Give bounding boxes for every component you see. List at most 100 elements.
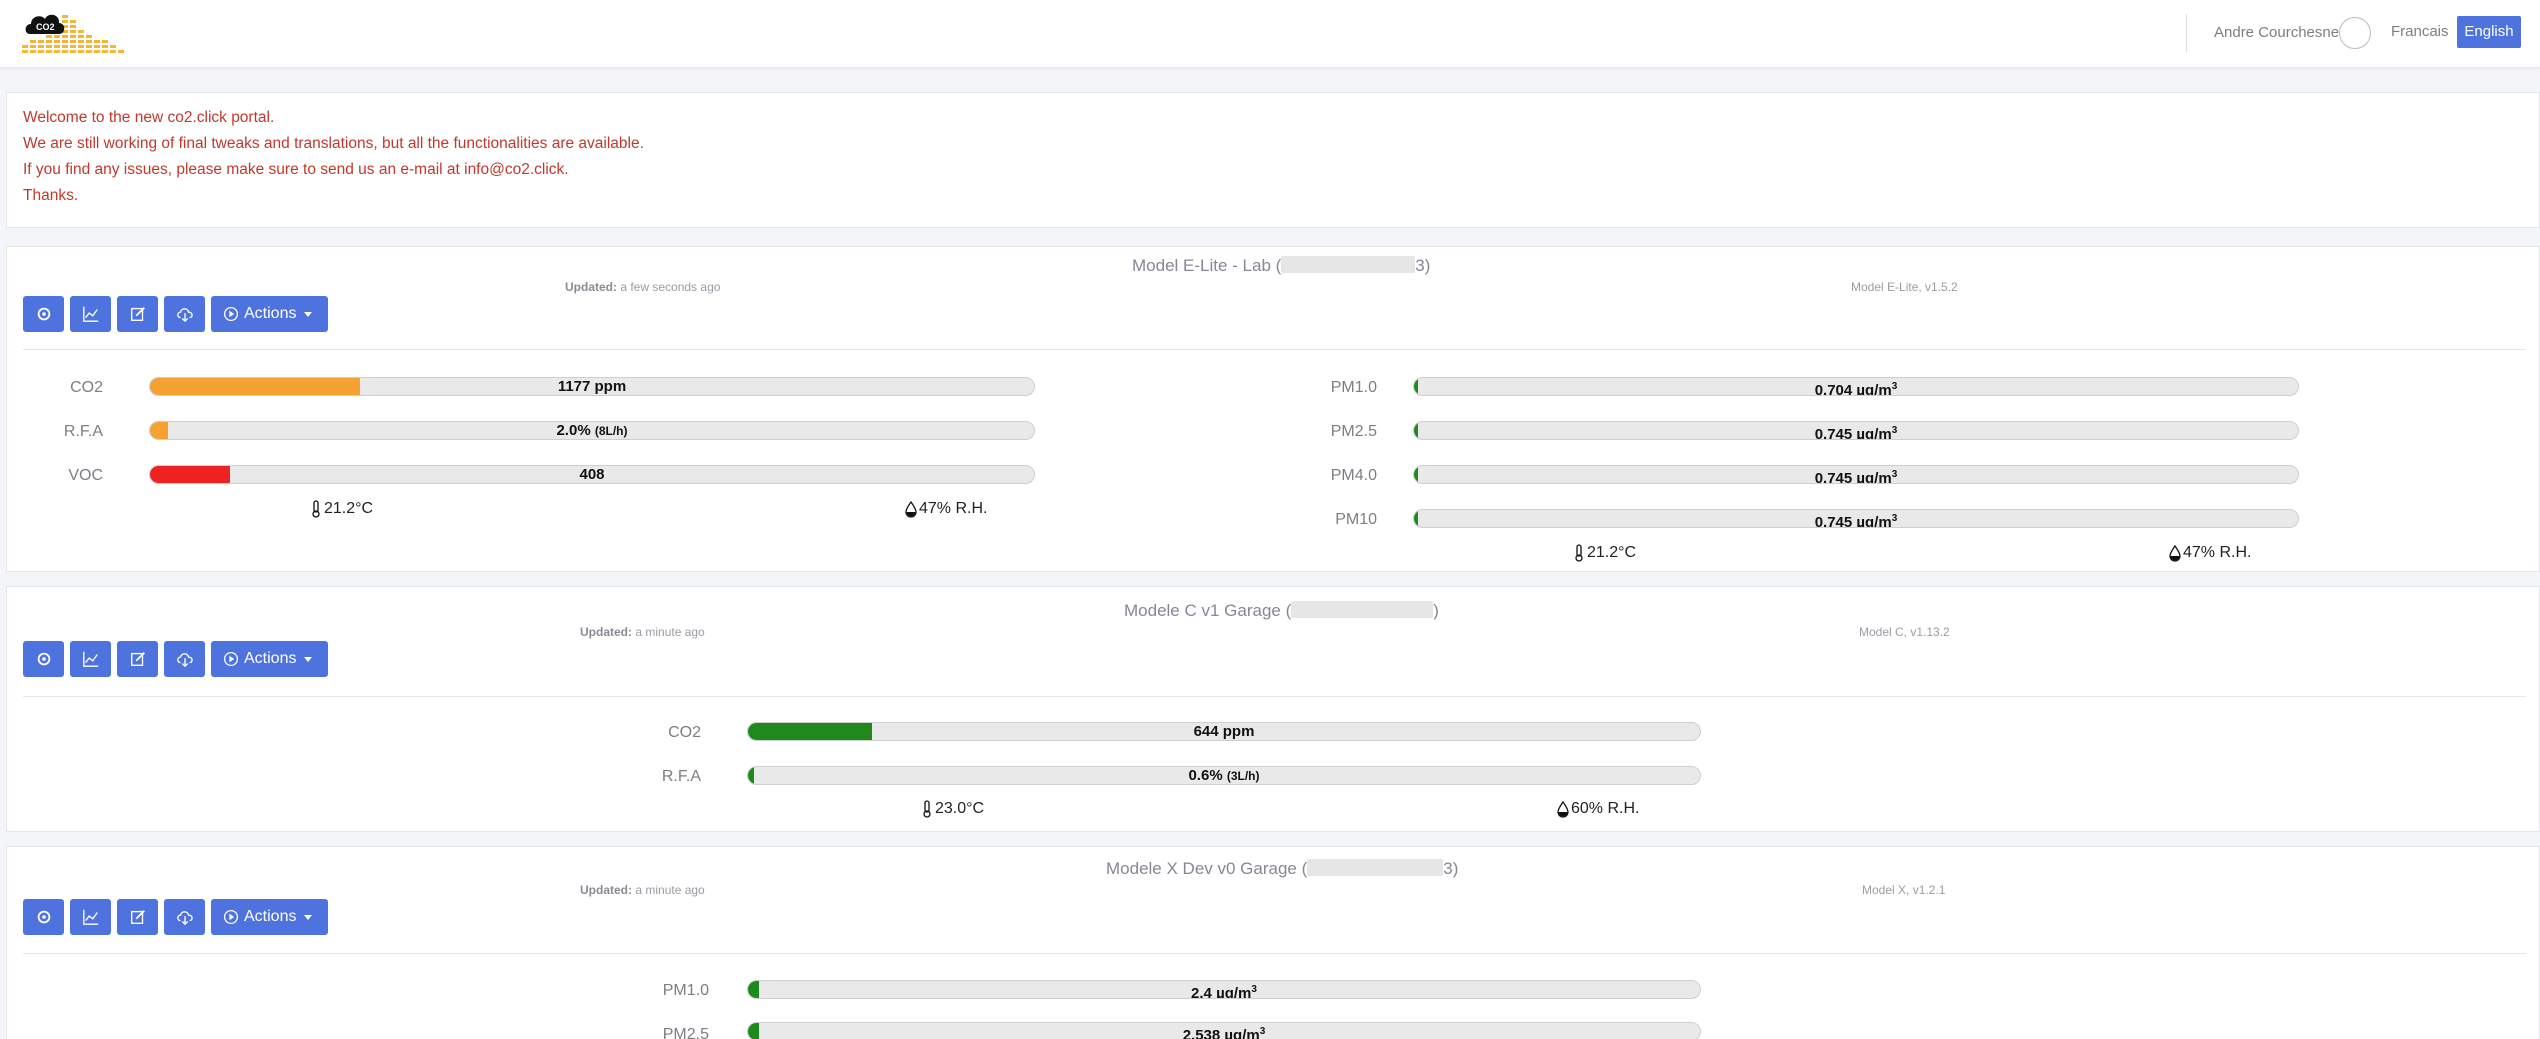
gear-icon — [37, 307, 50, 321]
co2-value: 644 ppm — [1193, 723, 1255, 740]
cloud-download-icon — [176, 653, 193, 668]
settings-button[interactable] — [23, 899, 64, 935]
actions-dropdown[interactable]: Actions — [211, 899, 328, 935]
actions-label: Actions — [244, 650, 297, 667]
pm1-label: PM1.0 — [662, 982, 709, 999]
updated-timestamp: Updated: a minute ago — [580, 625, 705, 639]
pm10-value: 0.745 µg/m3 — [1814, 513, 1898, 528]
caret-down-icon — [304, 914, 313, 920]
pm4-label: PM4.0 — [1330, 467, 1377, 484]
device-title[interactable]: Model E-Lite - Lab (3) — [1132, 256, 1430, 276]
welcome-message: Welcome to the new co2.click portal. We … — [6, 92, 2540, 228]
navbar-divider — [2186, 14, 2187, 52]
edit-button[interactable] — [117, 296, 158, 332]
caret-down-icon — [304, 311, 313, 317]
welcome-line: Welcome to the new co2.click portal. — [23, 109, 275, 126]
chart-button[interactable] — [70, 641, 111, 677]
rfa-gauge: 0.6% (3L/h) — [747, 766, 1701, 785]
co2-gauge: 644 ppm — [747, 722, 1701, 741]
thermometer-icon — [312, 500, 320, 518]
play-circle-icon — [223, 909, 239, 925]
gear-icon — [37, 652, 50, 666]
co2-label: CO2 — [70, 379, 103, 396]
thermometer-icon — [1575, 544, 1583, 562]
model-version: Model E-Lite, v1.5.2 — [1851, 280, 1958, 294]
co2-click-logo-icon[interactable]: CO2 — [22, 8, 126, 58]
play-circle-icon — [223, 306, 239, 322]
voc-value: 408 — [579, 466, 605, 483]
device-title[interactable]: Modele C v1 Garage () — [1124, 601, 1439, 621]
cloud-download-icon — [176, 308, 193, 323]
line-chart-icon — [82, 651, 98, 667]
humidity-reading: 47% R.H. — [905, 500, 987, 518]
chart-button[interactable] — [70, 899, 111, 935]
droplet-icon — [1557, 800, 1569, 818]
chart-button[interactable] — [70, 296, 111, 332]
pm1-gauge: 0.704 µg/m3 — [1413, 377, 2299, 396]
droplet-icon — [2169, 544, 2181, 562]
temperature-reading: 23.0°C — [921, 800, 984, 818]
pm1-value: 0.704 µg/m3 — [1814, 381, 1898, 396]
model-version: Model C, v1.13.2 — [1859, 625, 1950, 639]
rfa-value: 0.6% (3L/h) — [1188, 767, 1260, 784]
pm4-gauge: 0.745 µg/m3 — [1413, 465, 2299, 484]
card-divider — [23, 953, 2526, 954]
pm25-gauge: 0.745 µg/m3 — [1413, 421, 2299, 440]
edit-button[interactable] — [117, 641, 158, 677]
rfa-label: R.F.A — [63, 423, 103, 440]
voc-gauge: 408 — [149, 465, 1035, 484]
welcome-line: We are still working of final tweaks and… — [23, 135, 644, 152]
welcome-line: If you find any issues, please make sure… — [23, 161, 569, 178]
pm25-value: 0.745 µg/m3 — [1814, 425, 1898, 440]
model-version: Model X, v1.2.1 — [1862, 883, 1946, 897]
actions-label: Actions — [244, 908, 297, 925]
rfa-value: 2.0% (8L/h) — [556, 422, 628, 439]
user-name[interactable]: Andre Courchesne — [2214, 24, 2339, 41]
pm25-label: PM2.5 — [662, 1026, 709, 1039]
card-divider — [23, 349, 2526, 350]
pm25-gauge: 2.538 µg/m3 — [747, 1022, 1701, 1039]
line-chart-icon — [82, 909, 98, 925]
pm1-value: 2.4 µg/m3 — [1191, 984, 1257, 999]
updated-timestamp: Updated: a few seconds ago — [565, 280, 721, 294]
pm1-label: PM1.0 — [1330, 379, 1377, 396]
humidity-reading: 60% R.H. — [1557, 800, 1639, 818]
download-button[interactable] — [164, 296, 205, 332]
humidity-reading: 47% R.H. — [2169, 544, 2251, 562]
device-card-modele-c: Modele C v1 Garage () Updated: a minute … — [6, 586, 2540, 832]
language-english-button[interactable]: English — [2457, 16, 2521, 48]
settings-button[interactable] — [23, 296, 64, 332]
line-chart-icon — [82, 306, 98, 322]
pm10-gauge: 0.745 µg/m3 — [1413, 509, 2299, 528]
edit-icon — [130, 652, 145, 666]
welcome-line: Thanks. — [23, 187, 79, 204]
rfa-gauge: 2.0% (8L/h) — [149, 421, 1035, 440]
device-card-model-e-lite: Model E-Lite - Lab (3) Updated: a few se… — [6, 246, 2540, 572]
edit-button[interactable] — [117, 899, 158, 935]
temperature-reading: 21.2°C — [310, 500, 373, 518]
pm4-value: 0.745 µg/m3 — [1814, 469, 1898, 484]
pm1-gauge: 2.4 µg/m3 — [747, 980, 1701, 999]
temperature-reading: 21.2°C — [1573, 544, 1636, 562]
language-french-link[interactable]: Francais — [2391, 23, 2449, 40]
droplet-icon — [905, 500, 917, 518]
co2-gauge: 1177 ppm — [149, 377, 1035, 396]
pm10-label: PM10 — [1335, 511, 1377, 528]
pm25-value: 2.538 µg/m3 — [1182, 1026, 1266, 1039]
device-title[interactable]: Modele X Dev v0 Garage (3) — [1106, 859, 1458, 879]
device-card-modele-x: Modele X Dev v0 Garage (3) Updated: a mi… — [6, 846, 2540, 1039]
download-button[interactable] — [164, 899, 205, 935]
play-circle-icon — [223, 651, 239, 667]
settings-button[interactable] — [23, 641, 64, 677]
co2-value: 1177 ppm — [557, 378, 627, 395]
actions-dropdown[interactable]: Actions — [211, 296, 328, 332]
voc-label: VOC — [68, 467, 103, 484]
actions-label: Actions — [244, 305, 297, 322]
user-avatar[interactable] — [2339, 17, 2371, 49]
thermometer-icon — [923, 800, 931, 818]
card-divider — [23, 696, 2526, 697]
download-button[interactable] — [164, 641, 205, 677]
edit-icon — [130, 910, 145, 924]
actions-dropdown[interactable]: Actions — [211, 641, 328, 677]
caret-down-icon — [304, 656, 313, 662]
